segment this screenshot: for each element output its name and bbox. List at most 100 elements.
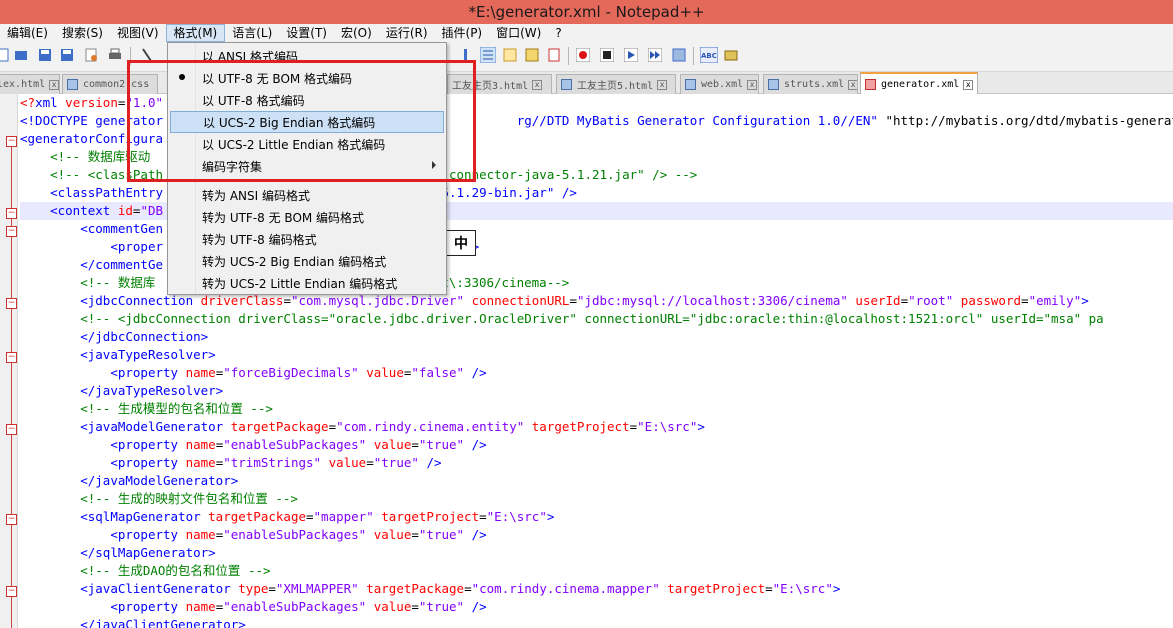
menu-item-convert-utf8-nobom[interactable]: 转为 UTF-8 无 BOM 编码格式: [170, 206, 444, 228]
code-token: version: [65, 95, 118, 110]
stop-macro-icon[interactable]: [598, 46, 616, 64]
save-macro-icon[interactable]: [670, 46, 688, 64]
code-line[interactable]: <property name="trimStrings" value="true…: [20, 454, 1173, 472]
file-icon: [561, 79, 572, 90]
code-line[interactable]: </jdbcConnection>: [20, 328, 1173, 346]
code-line[interactable]: <property name = "enableSubPackages" value…: [20, 526, 1173, 544]
tab-generator-xml[interactable]: generator.xml x: [860, 72, 978, 95]
close-icon[interactable]: x: [747, 79, 758, 90]
menu-view[interactable]: 视图(V): [110, 24, 166, 42]
menu-window[interactable]: 窗口(W): [489, 24, 548, 42]
code-token: type: [238, 581, 269, 596]
code-line[interactable]: </sqlMapGenerator>: [20, 544, 1173, 562]
code-token: </sqlMapGenerator>: [80, 545, 216, 560]
code-token: <property: [110, 599, 186, 614]
function-list-icon[interactable]: [523, 46, 541, 64]
close-icon[interactable]: x: [49, 79, 59, 90]
menu-macro[interactable]: 宏(O): [334, 24, 379, 42]
code-token: "forceBigDecimals": [223, 365, 367, 380]
fold-toggle-icon[interactable]: −: [6, 208, 17, 219]
menu-format[interactable]: 格式(M): [165, 24, 226, 42]
close-icon[interactable]: x: [848, 79, 857, 90]
save-all-icon[interactable]: [58, 46, 76, 64]
play-macro-icon[interactable]: [622, 46, 640, 64]
code-line[interactable]: <javaModelGenerator targetPackage="com.r…: [20, 418, 1173, 436]
code-line[interactable]: <javaClientGenerator type="XMLMAPPER" ta…: [20, 580, 1173, 598]
code-line[interactable]: <!-- 生成DAO的包名和位置 -->: [20, 562, 1173, 580]
code-token: value: [366, 365, 404, 380]
code-token: "enableSubPackages": [223, 437, 374, 452]
code-line[interactable]: <!-- 生成的映射文件包名和位置 -->: [20, 490, 1173, 508]
fold-toggle-icon[interactable]: −: [6, 586, 17, 597]
spell-options-icon[interactable]: [722, 46, 740, 64]
menu-edit[interactable]: 编辑(E): [0, 24, 55, 42]
fold-toggle-icon[interactable]: −: [6, 514, 17, 525]
folder-workspace-icon[interactable]: [545, 46, 563, 64]
print-icon[interactable]: [106, 46, 124, 64]
code-token: <!-- 生成DAO的包名和位置 -->: [80, 563, 271, 578]
fold-toggle-icon[interactable]: −: [6, 298, 17, 309]
code-token: "root": [908, 293, 961, 308]
menu-item-convert-ansi[interactable]: 转为 ANSI 编码格式: [170, 184, 444, 206]
indent-guide-icon[interactable]: [479, 46, 497, 64]
code-line[interactable]: <javaTypeResolver>: [20, 346, 1173, 364]
menu-settings[interactable]: 设置(T): [279, 24, 334, 42]
record-macro-icon[interactable]: [574, 46, 592, 64]
run-multiple-macro-icon[interactable]: [646, 46, 664, 64]
code-token: value: [373, 599, 412, 614]
close-icon[interactable]: x: [532, 79, 543, 90]
code-token: =: [765, 581, 773, 596]
code-token: </javaClientGenerator>: [80, 617, 246, 628]
code-line[interactable]: </javaModelGenerator>: [20, 472, 1173, 490]
code-line[interactable]: <!-- 生成模型的包名和位置 -->: [20, 400, 1173, 418]
code-token: <javaClientGenerator: [80, 581, 239, 596]
menu-item-convert-ucs2-be[interactable]: 转为 UCS-2 Big Endian 编码格式: [170, 250, 444, 272]
menu-help[interactable]: ?: [548, 24, 568, 42]
menu-language[interactable]: 语言(L): [225, 24, 279, 42]
code-token: targetProject: [381, 509, 480, 524]
code-line[interactable]: <!-- <jdbcConnection driverClass="oracle…: [20, 310, 1173, 328]
code-token: password: [960, 293, 1022, 308]
menu-item-convert-ucs2-le[interactable]: 转为 UCS-2 Little Endian 编码格式: [170, 272, 444, 294]
code-line[interactable]: <property name="forceBigDecimals" value=…: [20, 364, 1173, 382]
new-file-icon[interactable]: [0, 46, 12, 64]
code-token: targetPackage: [366, 581, 465, 596]
menu-item-convert-utf8[interactable]: 转为 UTF-8 编码格式: [170, 228, 444, 250]
close-icon[interactable]: x: [657, 79, 668, 90]
menu-search[interactable]: 搜索(S): [55, 24, 110, 42]
code-line[interactable]: </javaClientGenerator>: [20, 616, 1173, 628]
code-token: "true": [418, 437, 472, 452]
open-file-icon[interactable]: [12, 46, 30, 64]
menu-plugins[interactable]: 插件(P): [435, 24, 490, 42]
close-file-icon[interactable]: [82, 46, 100, 64]
code-line[interactable]: <sqlMapGenerator targetPackage="mapper" …: [20, 508, 1173, 526]
tab-lex-html[interactable]: lex.html x: [0, 74, 60, 94]
menu-run[interactable]: 运行(R): [379, 24, 435, 42]
code-line[interactable]: <property name = "enableSubPackages" value…: [20, 598, 1173, 616]
code-token: </commentGe: [80, 257, 164, 272]
close-icon[interactable]: x: [963, 79, 974, 90]
fold-toggle-icon[interactable]: −: [6, 352, 17, 363]
spell-check-icon[interactable]: ABC: [700, 46, 718, 64]
fold-toggle-icon[interactable]: −: [6, 136, 17, 147]
fold-toggle-icon[interactable]: −: [6, 424, 17, 435]
doc-map-icon[interactable]: [501, 46, 519, 64]
save-icon[interactable]: [36, 46, 54, 64]
menu-item-label: 转为 UCS-2 Little Endian 编码格式: [202, 276, 398, 291]
code-token: "true": [418, 527, 472, 542]
code-token: <property: [110, 527, 186, 542]
code-token: <!-- 生成的映射文件包名和位置 -->: [80, 491, 298, 506]
code-line[interactable]: </javaTypeResolver>: [20, 382, 1173, 400]
tab-page5-html[interactable]: 工友主页5.html x: [556, 74, 676, 94]
code-token: "enableSubPackages": [223, 527, 374, 542]
fold-toggle-icon[interactable]: −: [6, 226, 17, 237]
tab-web-xml[interactable]: web.xml x: [680, 74, 759, 94]
tab-struts-xml[interactable]: struts.xml x: [763, 74, 858, 94]
code-token: =: [411, 437, 419, 452]
tab-label: generator.xml: [881, 79, 960, 90]
code-line[interactable]: <property name = "enableSubPackages" value…: [20, 436, 1173, 454]
